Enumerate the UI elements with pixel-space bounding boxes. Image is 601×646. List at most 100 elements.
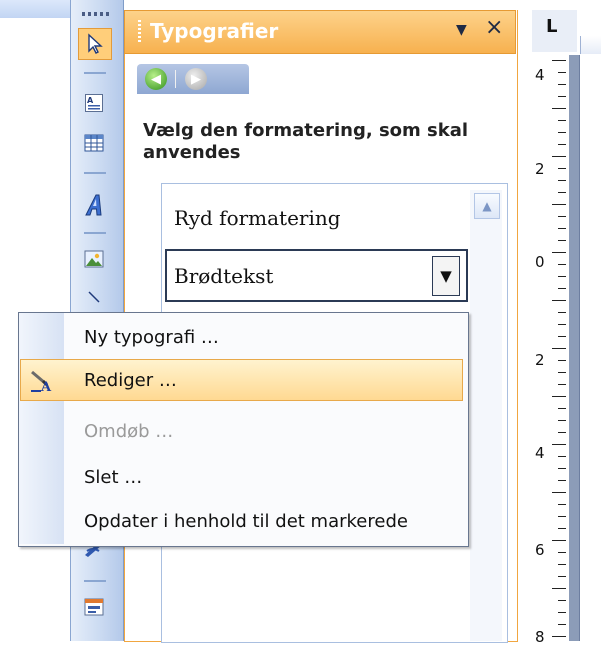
ruler-tick [558, 420, 566, 421]
ruler-tick [558, 84, 566, 85]
text-box-icon: A [85, 94, 103, 112]
left-tab-icon: L [546, 16, 558, 37]
ruler-tick [552, 108, 566, 109]
table-icon [84, 134, 104, 152]
toolbar-separator [84, 172, 106, 174]
pane-heading: Vælg den formatering, som skal anvendes [143, 120, 469, 163]
ruler-tick [558, 360, 566, 361]
ruler-tick [558, 432, 566, 433]
ruler-number: 8 [535, 628, 545, 646]
ruler-tick [558, 168, 566, 169]
ruler-tick [552, 396, 566, 397]
close-icon[interactable]: × [485, 15, 503, 40]
ruler-number: 6 [535, 541, 545, 559]
menu-item-rename[interactable]: Omdøb … [19, 411, 466, 451]
dropdown-triangle-icon[interactable]: ▼ [456, 22, 467, 38]
ruler-tick [558, 240, 566, 241]
ruler-number: 4 [535, 444, 545, 462]
toolbar-separator [84, 580, 106, 582]
wordart-button[interactable] [78, 190, 110, 220]
ruler-number: 0 [535, 253, 545, 271]
ruler-tick [558, 576, 566, 577]
ruler-tick [558, 180, 566, 181]
style-item-label: Brødtekst [174, 264, 274, 288]
menu-item-delete[interactable]: Slet … [19, 458, 466, 498]
task-pane-title: Typografier [150, 19, 279, 43]
insert-picture-button[interactable] [78, 244, 110, 274]
ruler-tick [558, 480, 566, 481]
ruler-tick [558, 288, 566, 289]
toolbar-grip[interactable] [82, 12, 110, 16]
ruler-tick [558, 516, 566, 517]
ruler-tick [552, 540, 566, 541]
ruler-number: 2 [535, 351, 545, 369]
ruler-tick [558, 324, 566, 325]
ruler-number: 2 [535, 160, 545, 178]
ruler-tick [552, 444, 566, 445]
ruler-tick [552, 348, 566, 349]
ruler-tick [558, 96, 566, 97]
ruler-tick [558, 120, 566, 121]
ruler-tick [552, 60, 566, 61]
ruler-tick [558, 192, 566, 193]
ruler-tick [558, 312, 566, 313]
form-field-button[interactable] [78, 592, 110, 622]
wordart-icon [85, 194, 102, 216]
menu-item-edit[interactable]: Rediger … [19, 361, 466, 401]
horizontal-ruler-fragment [580, 36, 601, 54]
ruler-tick [558, 372, 566, 373]
ruler-tick [558, 216, 566, 217]
ruler-tick [552, 300, 566, 301]
scroll-up-icon[interactable]: ▲ [474, 193, 500, 219]
forward-arrow-icon[interactable]: ▶ [185, 68, 207, 90]
ruler-tick [558, 624, 566, 625]
ruler-tick [558, 552, 566, 553]
ruler-tick [552, 156, 566, 157]
ruler-tick [558, 264, 566, 265]
menu-item-label: Rediger … [84, 370, 177, 391]
toolbar-separator [84, 232, 106, 234]
ruler-tick [558, 228, 566, 229]
chevron-down-icon[interactable]: ▼ [432, 256, 460, 296]
select-arrow-button[interactable] [78, 28, 112, 60]
toolbar-more-button[interactable] [78, 630, 110, 641]
ruler-tick [558, 408, 566, 409]
ruler-tick [558, 468, 566, 469]
form-field-icon [84, 598, 104, 616]
style-item-clear-formatting[interactable]: Ryd formatering [174, 206, 341, 230]
menu-item-label: Ny typografi … [84, 327, 219, 348]
menu-item-label: Omdøb … [84, 421, 174, 442]
menu-item-new-style[interactable]: Ny typografi … [19, 318, 466, 358]
ruler-tick [552, 204, 566, 205]
ruler-tick [552, 588, 566, 589]
ruler-tick [558, 384, 566, 385]
callout-icon [88, 291, 100, 303]
menu-item-update-to-match[interactable]: Opdater i henhold til det markerede [19, 502, 466, 542]
table-button[interactable] [78, 128, 110, 158]
ruler-tick [558, 600, 566, 601]
nav-separator [175, 70, 176, 88]
document-edge [579, 55, 601, 641]
ruler-tick [558, 132, 566, 133]
callout-button[interactable] [78, 286, 110, 308]
menu-bar-fragment [0, 0, 70, 18]
text-box-button[interactable]: A [78, 88, 110, 118]
svg-text:A: A [87, 96, 94, 105]
ruler-tick [558, 456, 566, 457]
ruler-margin-strip [569, 55, 579, 641]
back-arrow-icon[interactable]: ◀ [145, 68, 167, 90]
ruler-tick [552, 492, 566, 493]
ruler-tick [552, 636, 566, 637]
ruler-tick [552, 252, 566, 253]
ruler-tick [558, 276, 566, 277]
ruler-tick [558, 144, 566, 145]
ruler-tick [558, 528, 566, 529]
toolbar-separator [84, 72, 106, 74]
ruler-tick [558, 612, 566, 613]
select-arrow-icon [88, 33, 103, 54]
pane-grip-icon[interactable] [138, 20, 141, 44]
picture-icon [84, 250, 104, 268]
ruler-tick [558, 336, 566, 337]
style-list-scrollbar[interactable] [470, 190, 502, 641]
menu-item-label: Slet … [84, 467, 143, 488]
